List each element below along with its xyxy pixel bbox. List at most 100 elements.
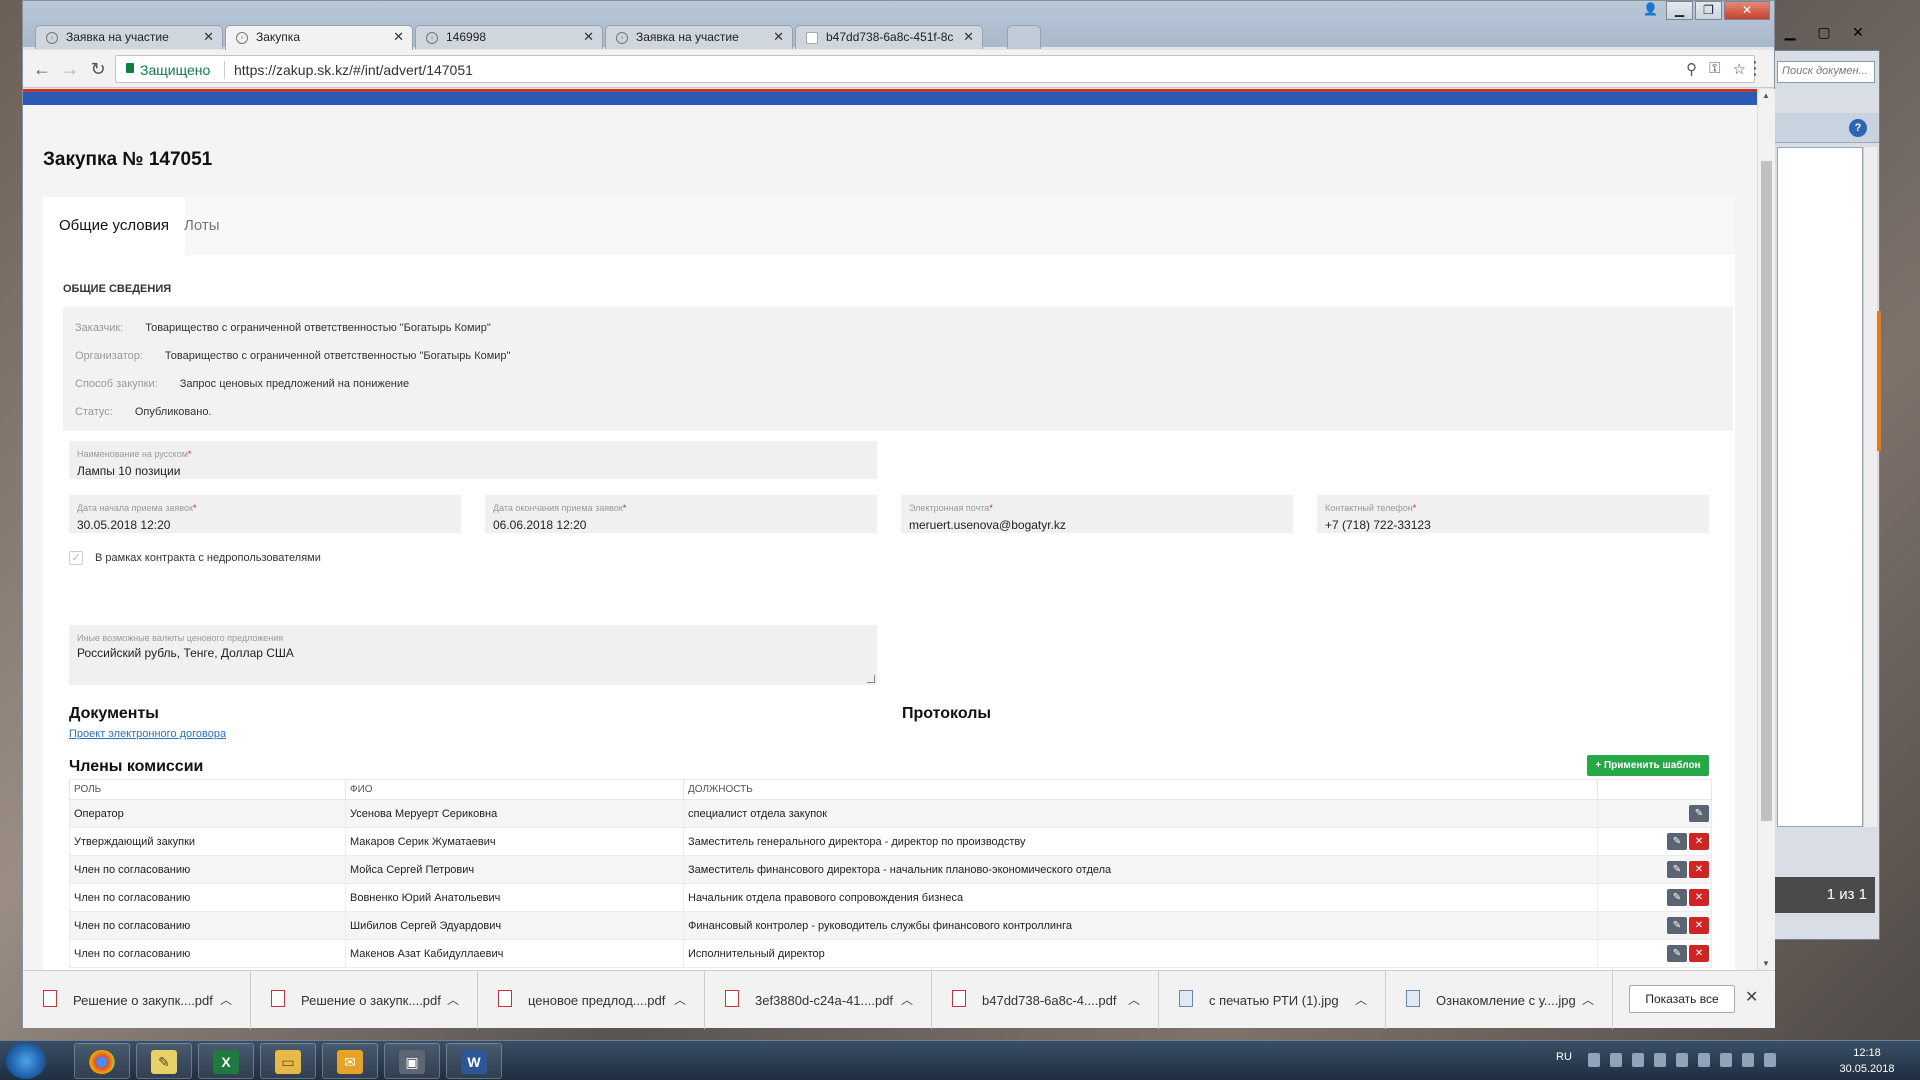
forward-icon[interactable]: → — [59, 58, 81, 80]
address-bar-icons: ⚲ ⚿ ☆ — [1686, 60, 1746, 78]
taskbar-word[interactable]: W — [446, 1043, 502, 1079]
taskbar-app[interactable]: ▣ — [384, 1043, 440, 1079]
address-bar[interactable]: Защищено https://zakup.sk.kz/#/int/adver… — [115, 55, 1755, 83]
tray-icon[interactable] — [1588, 1053, 1600, 1067]
close-icon[interactable]: ✕ — [1745, 987, 1758, 1007]
chevron-up-icon[interactable]: ︿ — [1128, 991, 1140, 1008]
browser-tab[interactable]: ◦ Заявка на участие ✕ — [605, 25, 793, 49]
download-item[interactable]: Решение о закупк....pdf ︿ — [23, 971, 251, 1029]
restore-icon[interactable]: ❐ — [1695, 1, 1722, 20]
zoom-icon[interactable]: ⚲ — [1686, 60, 1697, 78]
edit-icon[interactable]: ✎ — [1667, 945, 1687, 962]
end-date-field[interactable]: Дата окончания приема заявок* 06.06.2018… — [485, 495, 877, 533]
edit-icon[interactable]: ✎ — [1667, 833, 1687, 850]
scrollbar-thumb[interactable] — [1761, 161, 1772, 821]
background-scrollbar[interactable] — [1863, 147, 1877, 827]
currencies-textarea[interactable]: Иные возможные валюты ценового предложен… — [69, 625, 877, 685]
chevron-up-icon[interactable]: ︿ — [220, 991, 232, 1008]
download-item[interactable]: с печатью РТИ (1).jpg ︿ — [1159, 971, 1386, 1029]
close-icon[interactable]: ✕ — [1844, 24, 1872, 42]
chevron-up-icon[interactable]: ︿ — [1582, 991, 1594, 1008]
network-icon[interactable] — [1742, 1053, 1754, 1067]
minimize-icon[interactable]: ▁ — [1776, 24, 1804, 42]
download-item[interactable]: Решение о закупк....pdf ︿ — [251, 971, 478, 1029]
tray-icon[interactable] — [1654, 1053, 1666, 1067]
browser-tab-active[interactable]: ◦ Закупка ✕ — [225, 25, 413, 50]
chevron-up-icon[interactable]: ︿ — [901, 991, 913, 1008]
tray-icon[interactable] — [1632, 1053, 1644, 1067]
phone-field[interactable]: Контактный телефон* +7 (718) 722-33123 — [1317, 495, 1709, 533]
edit-icon[interactable]: ✎ — [1667, 917, 1687, 934]
close-tab-icon[interactable]: ✕ — [393, 29, 404, 45]
back-icon[interactable]: ← — [31, 58, 53, 80]
tray-icon[interactable] — [1610, 1053, 1622, 1067]
browser-tab[interactable]: ◦ Заявка на участие ✕ — [35, 25, 223, 49]
delete-icon[interactable]: ✕ — [1689, 917, 1709, 934]
chevron-up-icon[interactable]: ︿ — [1355, 991, 1367, 1008]
language-indicator[interactable]: RU — [1556, 1051, 1572, 1063]
close-window-icon[interactable]: ✕ — [1724, 1, 1770, 20]
page-viewport: Закупка № 147051 Общие условия Лоты ОБЩИ… — [23, 89, 1757, 970]
subsoil-contract-checkbox[interactable]: ✓ В рамках контракта с недропользователям… — [69, 551, 321, 565]
flag-icon[interactable] — [1764, 1053, 1776, 1067]
download-item[interactable]: b47dd738-6a8c-4....pdf ︿ — [932, 971, 1159, 1029]
minimize-icon[interactable]: ▁ — [1666, 1, 1693, 20]
help-icon[interactable]: ? — [1849, 119, 1867, 137]
delete-icon[interactable]: ✕ — [1689, 945, 1709, 962]
user-icon[interactable]: 👤 — [1637, 1, 1664, 20]
taskbar: ✎ X ▭ ✉ ▣ W RU 12:18 30.05.2018 — [0, 1040, 1920, 1080]
download-item[interactable]: Ознакомление с у....jpg ︿ — [1386, 971, 1613, 1029]
page-scrollbar[interactable]: ▲ ▼ — [1757, 89, 1775, 970]
new-tab-button[interactable] — [1007, 25, 1041, 49]
menu-icon[interactable]: ⋮ — [1746, 58, 1764, 79]
tab-general-conditions[interactable]: Общие условия — [43, 197, 186, 255]
clock[interactable]: 12:18 30.05.2018 — [1832, 1045, 1902, 1077]
edit-icon[interactable]: ✎ — [1667, 861, 1687, 878]
tray-icon[interactable] — [1698, 1053, 1710, 1067]
taskbar-app[interactable]: ✎ — [136, 1043, 192, 1079]
taskbar-chrome[interactable] — [74, 1043, 130, 1079]
delete-icon[interactable]: ✕ — [1689, 889, 1709, 906]
url-text[interactable]: https://zakup.sk.kz/#/int/advert/147051 — [234, 62, 473, 78]
browser-tab[interactable]: b47dd738-6a8c-451f-8c ✕ — [795, 25, 983, 49]
close-tab-icon[interactable]: ✕ — [963, 29, 974, 45]
delete-icon[interactable]: ✕ — [1689, 833, 1709, 850]
tab-lots[interactable]: Лоты — [168, 197, 236, 255]
close-tab-icon[interactable]: ✕ — [583, 29, 594, 45]
name-ru-field[interactable]: Наименование на русском* Лампы 10 позици… — [69, 441, 877, 479]
maximize-icon[interactable]: ▢ — [1810, 24, 1838, 42]
taskbar-mail[interactable]: ✉ — [322, 1043, 378, 1079]
show-all-downloads-button[interactable]: Показать все — [1629, 985, 1735, 1013]
star-icon[interactable]: ☆ — [1733, 60, 1746, 78]
reload-icon[interactable]: ↻ — [87, 58, 109, 80]
taskbar-explorer[interactable]: ▭ — [260, 1043, 316, 1079]
key-icon[interactable]: ⚿ — [1709, 60, 1720, 78]
cell-role: Член по согласованию — [69, 855, 346, 884]
start-button[interactable] — [6, 1043, 46, 1079]
close-tab-icon[interactable]: ✕ — [773, 29, 784, 45]
edit-icon[interactable]: ✎ — [1689, 805, 1709, 822]
taskbar-excel[interactable]: X — [198, 1043, 254, 1079]
checkbox[interactable]: ✓ — [69, 551, 83, 565]
volume-icon[interactable] — [1676, 1053, 1688, 1067]
chevron-up-icon[interactable]: ︿ — [447, 991, 459, 1008]
edit-icon[interactable]: ✎ — [1667, 889, 1687, 906]
system-tray — [1588, 1053, 1776, 1067]
email-field[interactable]: Электронная почта* meruert.usenova@bogat… — [901, 495, 1293, 533]
close-tab-icon[interactable]: ✕ — [203, 29, 214, 45]
tray-icon[interactable] — [1720, 1053, 1732, 1067]
apply-template-button[interactable]: + Применить шаблон — [1587, 755, 1709, 776]
tab-title: b47dd738-6a8c-451f-8c — [826, 30, 954, 44]
chevron-up-icon[interactable]: ︿ — [674, 991, 686, 1008]
contract-draft-link[interactable]: Проект электронного договора — [69, 728, 226, 740]
delete-icon[interactable]: ✕ — [1689, 861, 1709, 878]
download-item[interactable]: 3ef3880d-c24a-41....pdf ︿ — [705, 971, 932, 1029]
browser-tab[interactable]: ◦ 146998 ✕ — [415, 25, 603, 49]
resize-handle-icon[interactable] — [867, 675, 875, 683]
scroll-up-icon[interactable]: ▲ — [1762, 91, 1770, 100]
scroll-down-icon[interactable]: ▼ — [1762, 959, 1770, 968]
background-search-input[interactable]: Поиск докумен... — [1777, 61, 1875, 83]
download-item[interactable]: ценовое предлод....pdf ︿ — [478, 971, 705, 1029]
image-file-icon — [1406, 990, 1420, 1007]
start-date-field[interactable]: Дата начала приема заявок* 30.05.2018 12… — [69, 495, 461, 533]
